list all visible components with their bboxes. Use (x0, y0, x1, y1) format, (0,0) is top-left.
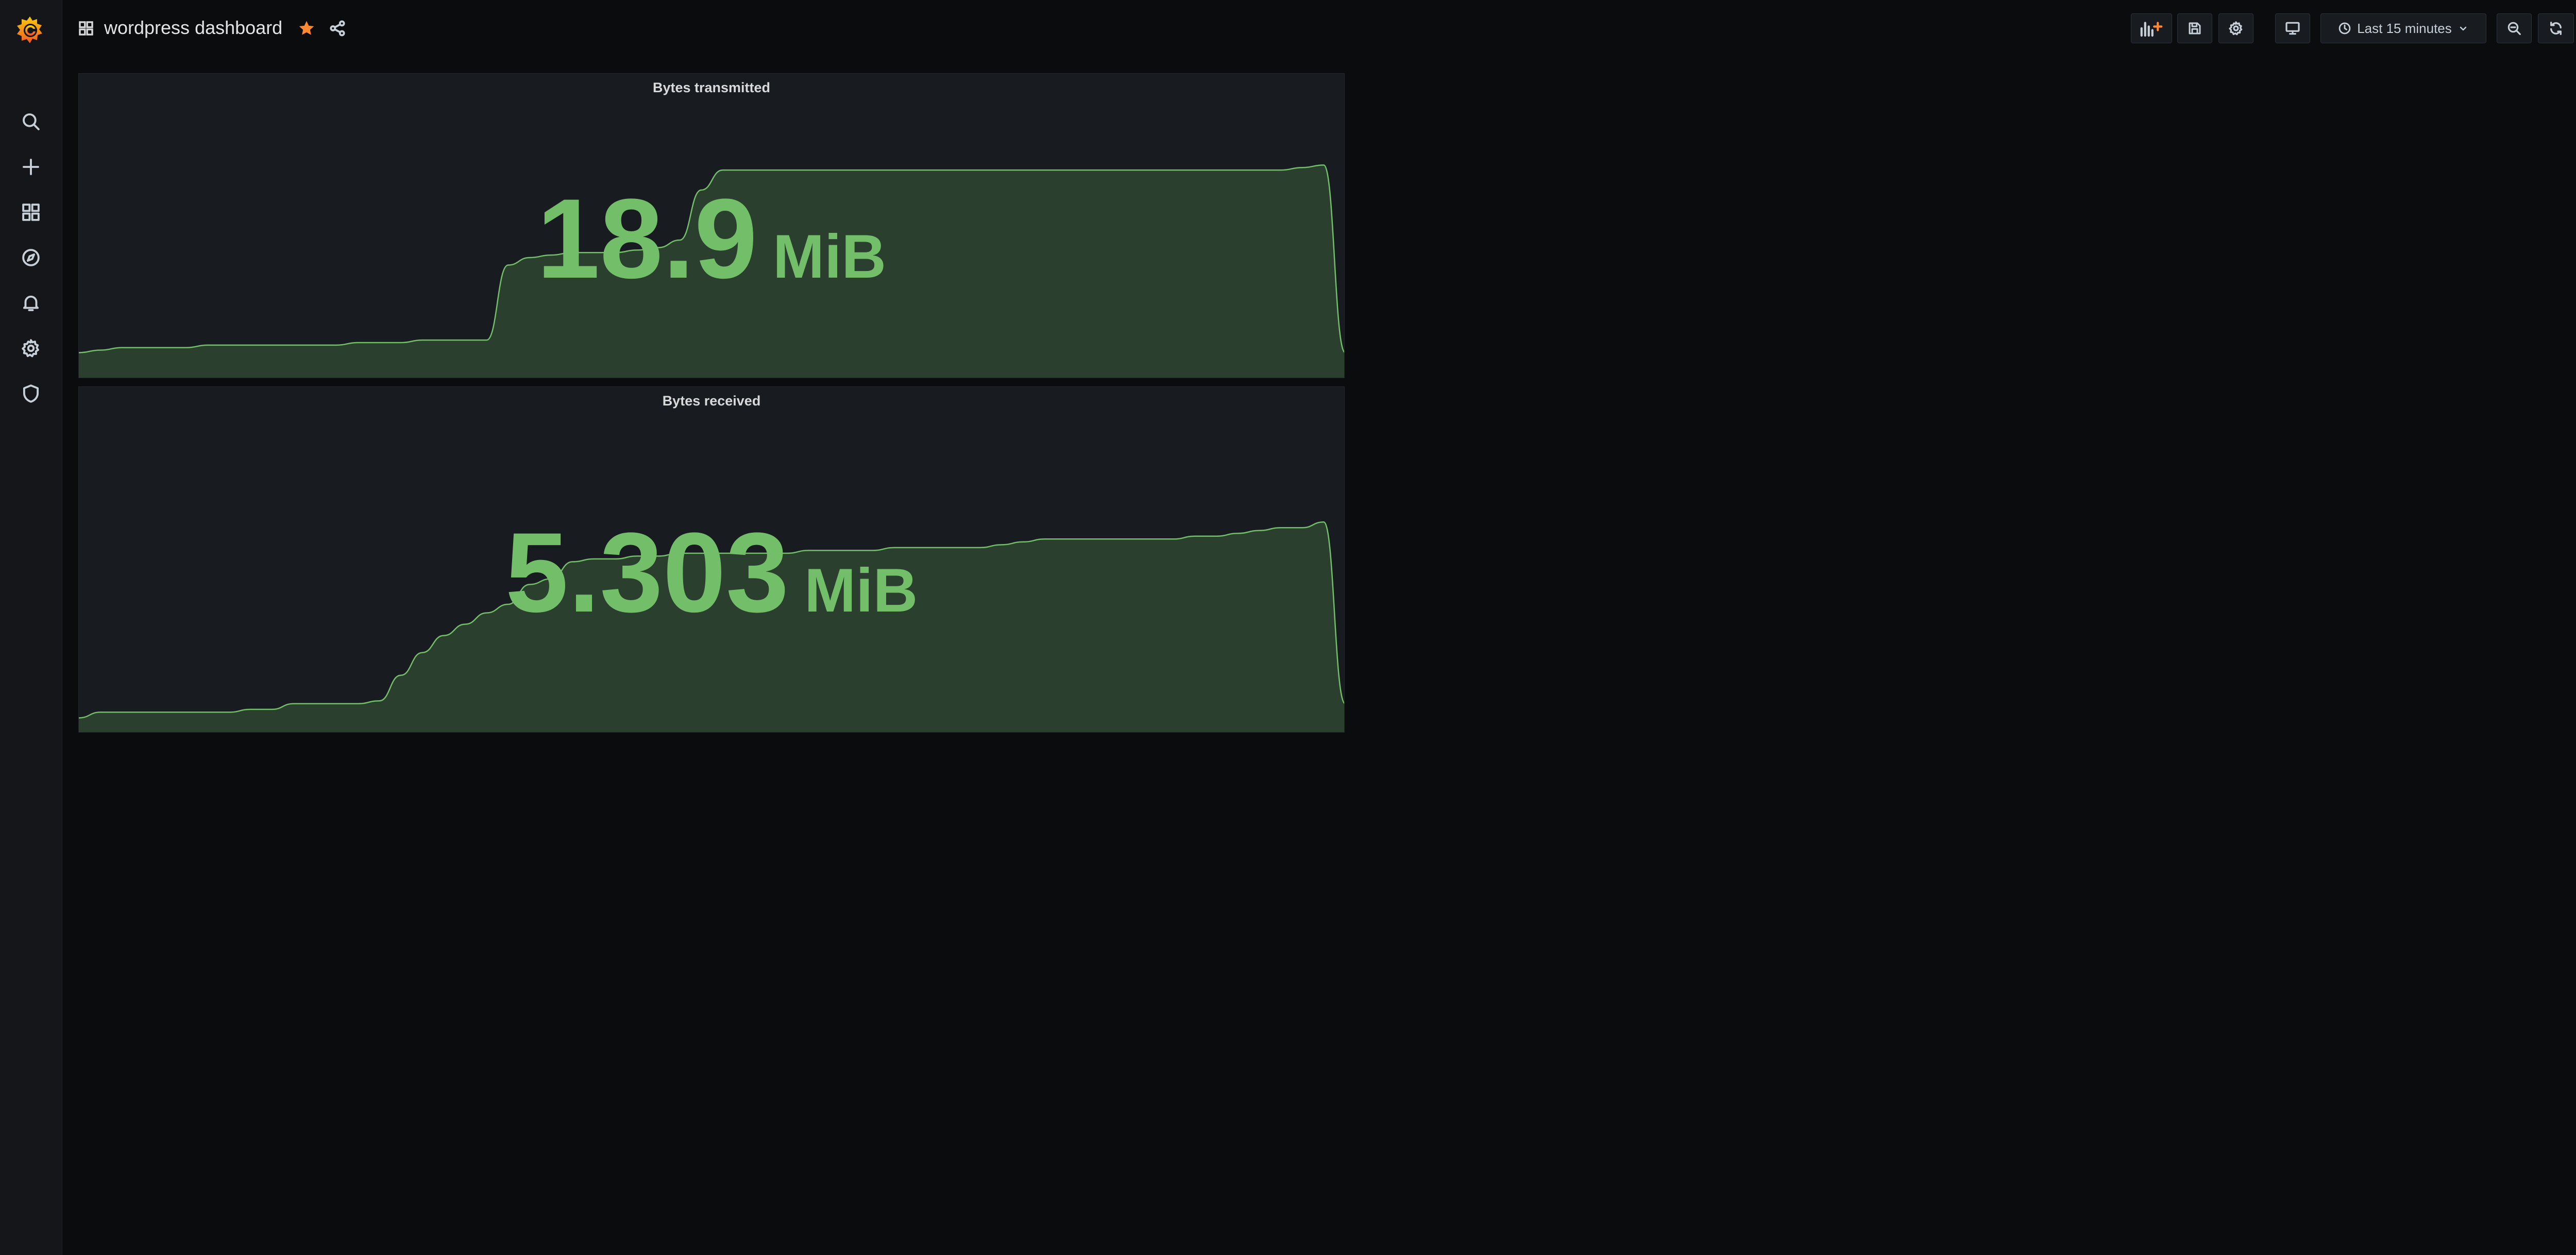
dashboard-title[interactable]: wordpress dashboard (104, 15, 282, 40)
zoom-out-button[interactable] (2497, 13, 2532, 43)
monitor-icon (2285, 22, 2300, 35)
stat-number: 5.303 (505, 509, 789, 636)
clock-icon (2338, 22, 2351, 35)
nav-server-admin[interactable] (18, 380, 44, 407)
stat-unit: MiB (773, 222, 887, 291)
nav-create[interactable] (18, 154, 44, 180)
save-dashboard-button[interactable] (2177, 13, 2212, 43)
stat-unit: MiB (804, 556, 918, 625)
top-bar: wordpress dashboard Last 15 minutes (62, 0, 2576, 57)
time-range-picker[interactable]: Last 15 minutes (2320, 13, 2486, 43)
stat-number: 18.9 (536, 175, 758, 302)
dashboard-settings-button[interactable] (2218, 13, 2253, 43)
dashboards-grid-icon (77, 20, 95, 37)
nav-configuration[interactable] (18, 335, 44, 362)
refresh-button[interactable] (2538, 13, 2574, 43)
zoom-out-icon (2507, 22, 2521, 35)
save-icon (2189, 22, 2201, 35)
nav-search[interactable] (18, 108, 44, 135)
bell-icon (23, 295, 39, 311)
nav-explore[interactable] (18, 244, 44, 271)
nav-alerting[interactable] (18, 290, 44, 316)
gear-icon (2229, 21, 2243, 36)
add-panel-icon (2140, 22, 2163, 37)
time-range-label: Last 15 minutes (2357, 20, 2452, 36)
nav-dashboards[interactable] (18, 199, 44, 226)
grafana-app: wordpress dashboard Last 15 minutes Byte… (0, 0, 2576, 1255)
shield-icon (23, 384, 39, 403)
add-panel-button[interactable] (2131, 13, 2172, 43)
sidebar (0, 0, 62, 1255)
chevron-down-icon (2460, 26, 2466, 31)
gear-icon (22, 339, 39, 358)
star-icon[interactable] (297, 19, 316, 38)
cycle-view-mode-button[interactable] (2275, 13, 2310, 43)
plus-icon (23, 159, 39, 175)
compass-icon (22, 249, 40, 266)
stat-value: 5.303 MiB (79, 516, 1344, 629)
dashboards-icon (22, 203, 40, 221)
panel-bytes-received[interactable]: Bytes received 5.303 MiB (78, 386, 1345, 733)
share-icon[interactable] (328, 19, 347, 38)
stat-value: 18.9 MiB (79, 182, 1344, 295)
search-icon (23, 113, 40, 130)
refresh-icon (2550, 22, 2562, 35)
panel-bytes-transmitted[interactable]: Bytes transmitted 18.9 MiB (78, 73, 1345, 378)
grafana-logo-icon[interactable] (14, 14, 45, 45)
